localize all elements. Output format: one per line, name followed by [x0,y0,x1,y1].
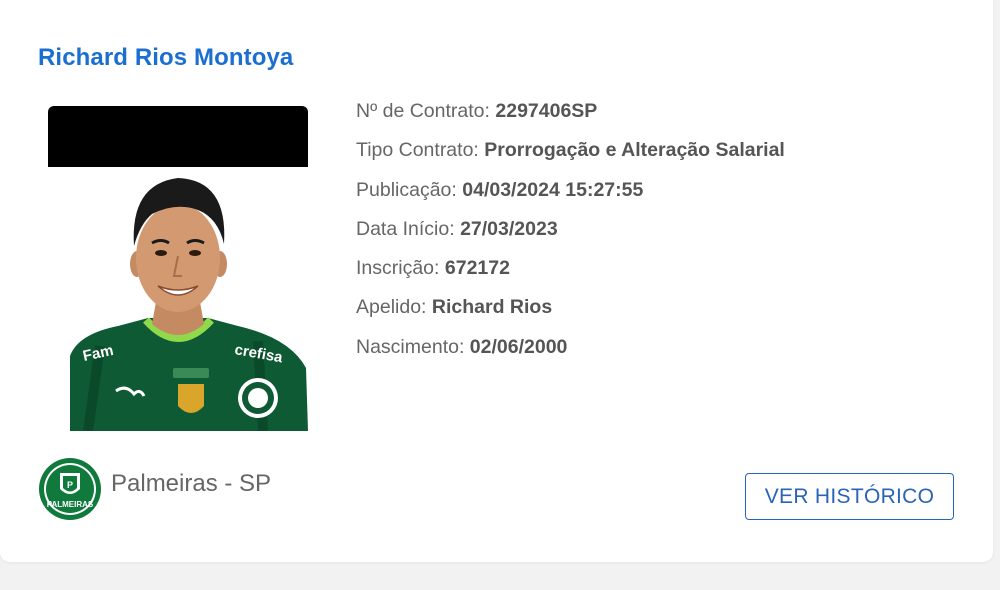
detail-birth-date: Nascimento: 02/06/2000 [356,333,785,372]
detail-label: Apelido: [356,296,427,319]
detail-value: 02/06/2000 [469,335,568,358]
detail-value: 672172 [444,257,510,280]
club-crest-icon: P PALMEIRAS [39,458,101,520]
detail-label: Nº de Contrato: [356,100,490,122]
detail-label: Nascimento: [356,335,465,358]
detail-value: Richard Rios [431,296,553,319]
view-history-button[interactable]: VER HISTÓRICO [745,473,954,520]
detail-registration: Inscrição: 672172 [356,254,785,293]
detail-nickname: Apelido: Richard Rios [356,293,785,332]
player-name: Richard Rios Montoya [38,44,294,71]
club-crest-text: PALMEIRAS [47,500,94,509]
detail-value: 2297406SP [495,100,598,122]
trophy-badge-icon [178,384,204,413]
detail-label: Inscrição: [356,257,440,280]
detail-start-date: Data Início: 27/03/2023 [356,215,785,254]
detail-value: 04/03/2024 15:27:55 [462,178,644,201]
contract-details: Nº de Contrato: 2297406SP Tipo Contrato:… [356,97,785,372]
detail-value: 27/03/2023 [460,217,558,240]
detail-label: Data Início: [356,217,455,240]
detail-value: Prorrogação e Alteração Salarial [484,139,785,162]
detail-label: Publicação: [356,178,457,201]
player-portrait: Fam crefisa [70,178,308,431]
player-photo: Fam crefisa [48,106,308,431]
contract-card: Richard Rios Montoya Fam crefisa Nº de C… [0,0,993,562]
club-info: P PALMEIRAS Palmeiras - SP [38,457,271,521]
club-name: Palmeiras - SP [111,470,272,497]
detail-contract-type: Tipo Contrato: Prorrogação e Alteração S… [356,136,785,175]
detail-contract-number: Nº de Contrato: 2297406SP [356,97,785,136]
detail-publication: Publicação: 04/03/2024 15:27:55 [356,176,785,215]
svg-text:P: P [67,480,73,490]
detail-label: Tipo Contrato: [356,139,479,162]
